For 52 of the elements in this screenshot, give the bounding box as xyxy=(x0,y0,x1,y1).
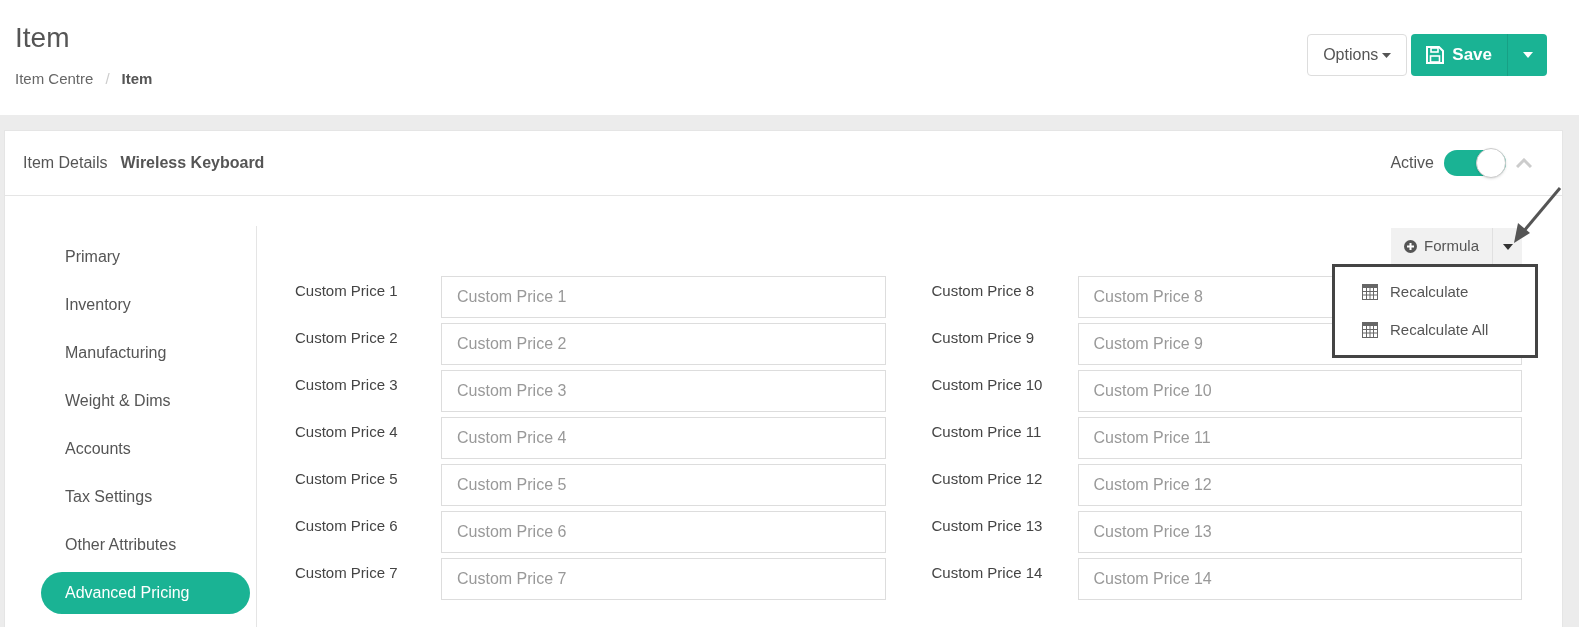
active-toggle[interactable] xyxy=(1444,150,1506,176)
card-title: Item Details xyxy=(23,153,108,173)
price-input[interactable]: Custom Price 13 xyxy=(1077,511,1522,553)
sidebar-item[interactable]: Other Attributes xyxy=(41,524,250,566)
sidebar-item[interactable]: Tax Settings xyxy=(41,476,250,518)
price-input[interactable]: Custom Price 14 xyxy=(1077,558,1522,600)
calculator-icon xyxy=(1362,284,1378,300)
price-input[interactable]: Custom Price 12 xyxy=(1077,464,1522,506)
breadcrumb-separator: / xyxy=(105,69,110,89)
field-label: Custom Price 4 xyxy=(295,422,399,442)
field-label: Custom Price 10 xyxy=(931,375,1044,395)
price-input[interactable]: Custom Price 5 xyxy=(441,464,886,506)
field-label: Custom Price 3 xyxy=(295,375,399,395)
field-label: Custom Price 2 xyxy=(295,328,399,348)
sidebar-item[interactable]: Manufacturing xyxy=(41,332,250,374)
price-input[interactable]: Custom Price 3 xyxy=(441,370,886,412)
sidebar-item[interactable]: Accounts xyxy=(41,428,250,470)
field-label: Custom Price 11 xyxy=(931,422,1043,442)
active-label: Active xyxy=(1390,153,1434,173)
calculator-icon xyxy=(1362,322,1378,338)
save-dropdown-button[interactable] xyxy=(1507,34,1547,76)
price-input[interactable]: Custom Price 7 xyxy=(441,558,886,600)
sidebar-item[interactable]: Primary xyxy=(41,236,250,278)
caret-icon xyxy=(1382,52,1392,58)
breadcrumb-current: Item xyxy=(121,69,153,89)
price-input[interactable]: Custom Price 10 xyxy=(1077,370,1522,412)
formula-button[interactable]: Formula xyxy=(1391,228,1492,265)
breadcrumb-link[interactable]: Item Centre xyxy=(15,68,94,91)
plus-circle-icon xyxy=(1404,240,1417,253)
field-label: Custom Price 1 xyxy=(295,281,399,301)
field-label: Custom Price 12 xyxy=(931,469,1044,489)
caret-icon xyxy=(1522,52,1533,58)
collapse-icon[interactable] xyxy=(1516,158,1532,168)
price-input[interactable]: Custom Price 2 xyxy=(441,323,886,365)
pointer-arrow xyxy=(1512,186,1562,244)
page-title: Item xyxy=(15,21,71,55)
price-input[interactable]: Custom Price 1 xyxy=(441,276,886,318)
options-button[interactable]: Options xyxy=(1307,34,1408,76)
item-name: Wireless Keyboard xyxy=(120,153,265,173)
field-label: Custom Price 5 xyxy=(295,469,399,489)
field-label: Custom Price 7 xyxy=(295,563,399,583)
field-label: Custom Price 14 xyxy=(931,563,1044,583)
caret-icon xyxy=(1502,243,1513,250)
field-label: Custom Price 8 xyxy=(931,281,1036,301)
field-label: Custom Price 6 xyxy=(295,516,399,536)
field-label: Custom Price 13 xyxy=(931,516,1044,536)
field-label: Custom Price 9 xyxy=(931,328,1036,348)
price-input[interactable]: Custom Price 11 xyxy=(1077,417,1522,459)
price-input[interactable]: Custom Price 6 xyxy=(441,511,886,553)
sidebar-item[interactable]: Inventory xyxy=(41,284,250,326)
sidebar-item[interactable]: Weight & Dims xyxy=(41,380,250,422)
price-input[interactable]: Custom Price 4 xyxy=(441,417,886,459)
